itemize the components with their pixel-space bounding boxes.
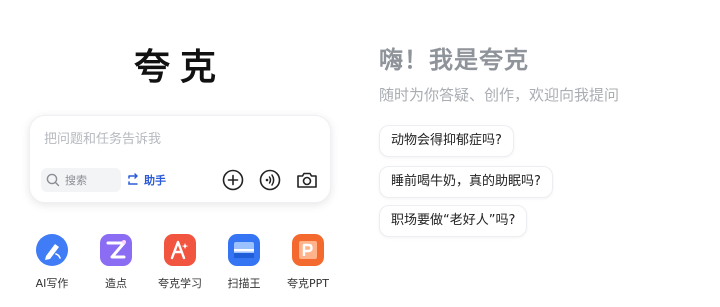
search-card[interactable]: 搜索 助手: [29, 115, 331, 203]
assistant-mode-label: 助手: [144, 174, 166, 187]
greeting-subtitle: 随时为你答疑、创作，欢迎向我提问: [379, 86, 620, 104]
app-ppt[interactable]: 夸克PPT: [276, 234, 340, 291]
app-label: 夸克PPT: [287, 277, 329, 290]
greeting-title: 嗨！我是夸克: [379, 46, 529, 74]
search-mode-label: 搜索: [65, 174, 87, 187]
app-label: 造点: [105, 277, 127, 290]
suggestion-chip[interactable]: 职场要做“老好人”吗?: [379, 205, 528, 237]
scanner-icon: [228, 234, 260, 266]
home-panel: 夸克 搜索 助手: [0, 0, 360, 307]
voice-icon[interactable]: [257, 167, 283, 193]
assistant-mode-button[interactable]: 助手: [126, 170, 166, 190]
app-ai-writing[interactable]: AI写作: [20, 234, 84, 291]
ppt-icon: [292, 234, 324, 266]
search-icon: [46, 173, 60, 187]
search-input[interactable]: [44, 128, 314, 150]
app-label: 扫描王: [227, 277, 261, 290]
quark-logo: 夸克: [133, 47, 226, 88]
camera-icon[interactable]: [294, 167, 320, 193]
suggestion-chip[interactable]: 睡前喝牛奶，真的助眠吗?: [379, 166, 553, 198]
ai-writing-icon: [36, 234, 68, 266]
quark-learning-icon: [164, 234, 196, 266]
search-mode-button[interactable]: 搜索: [41, 168, 121, 192]
suggestion-chip[interactable]: 动物会得抑郁症吗?: [379, 125, 514, 157]
zaodian-icon: [100, 234, 132, 266]
app-quark-learning[interactable]: 夸克学习: [148, 234, 212, 291]
app-label: 夸克学习: [158, 277, 202, 290]
app-zaodian[interactable]: 造点: [84, 234, 148, 291]
app-scanner[interactable]: 扫描王: [212, 234, 276, 291]
app-label: AI写作: [35, 277, 69, 290]
app-shortcuts: AI写作 造点 夸克学习 扫描王 夸克PPT: [20, 234, 340, 304]
plus-icon[interactable]: [220, 167, 246, 193]
assistant-panel: 嗨！我是夸克 随时为你答疑、创作，欢迎向我提问 动物会得抑郁症吗? 睡前喝牛奶，…: [360, 0, 720, 307]
assistant-switch-icon: [128, 173, 138, 185]
